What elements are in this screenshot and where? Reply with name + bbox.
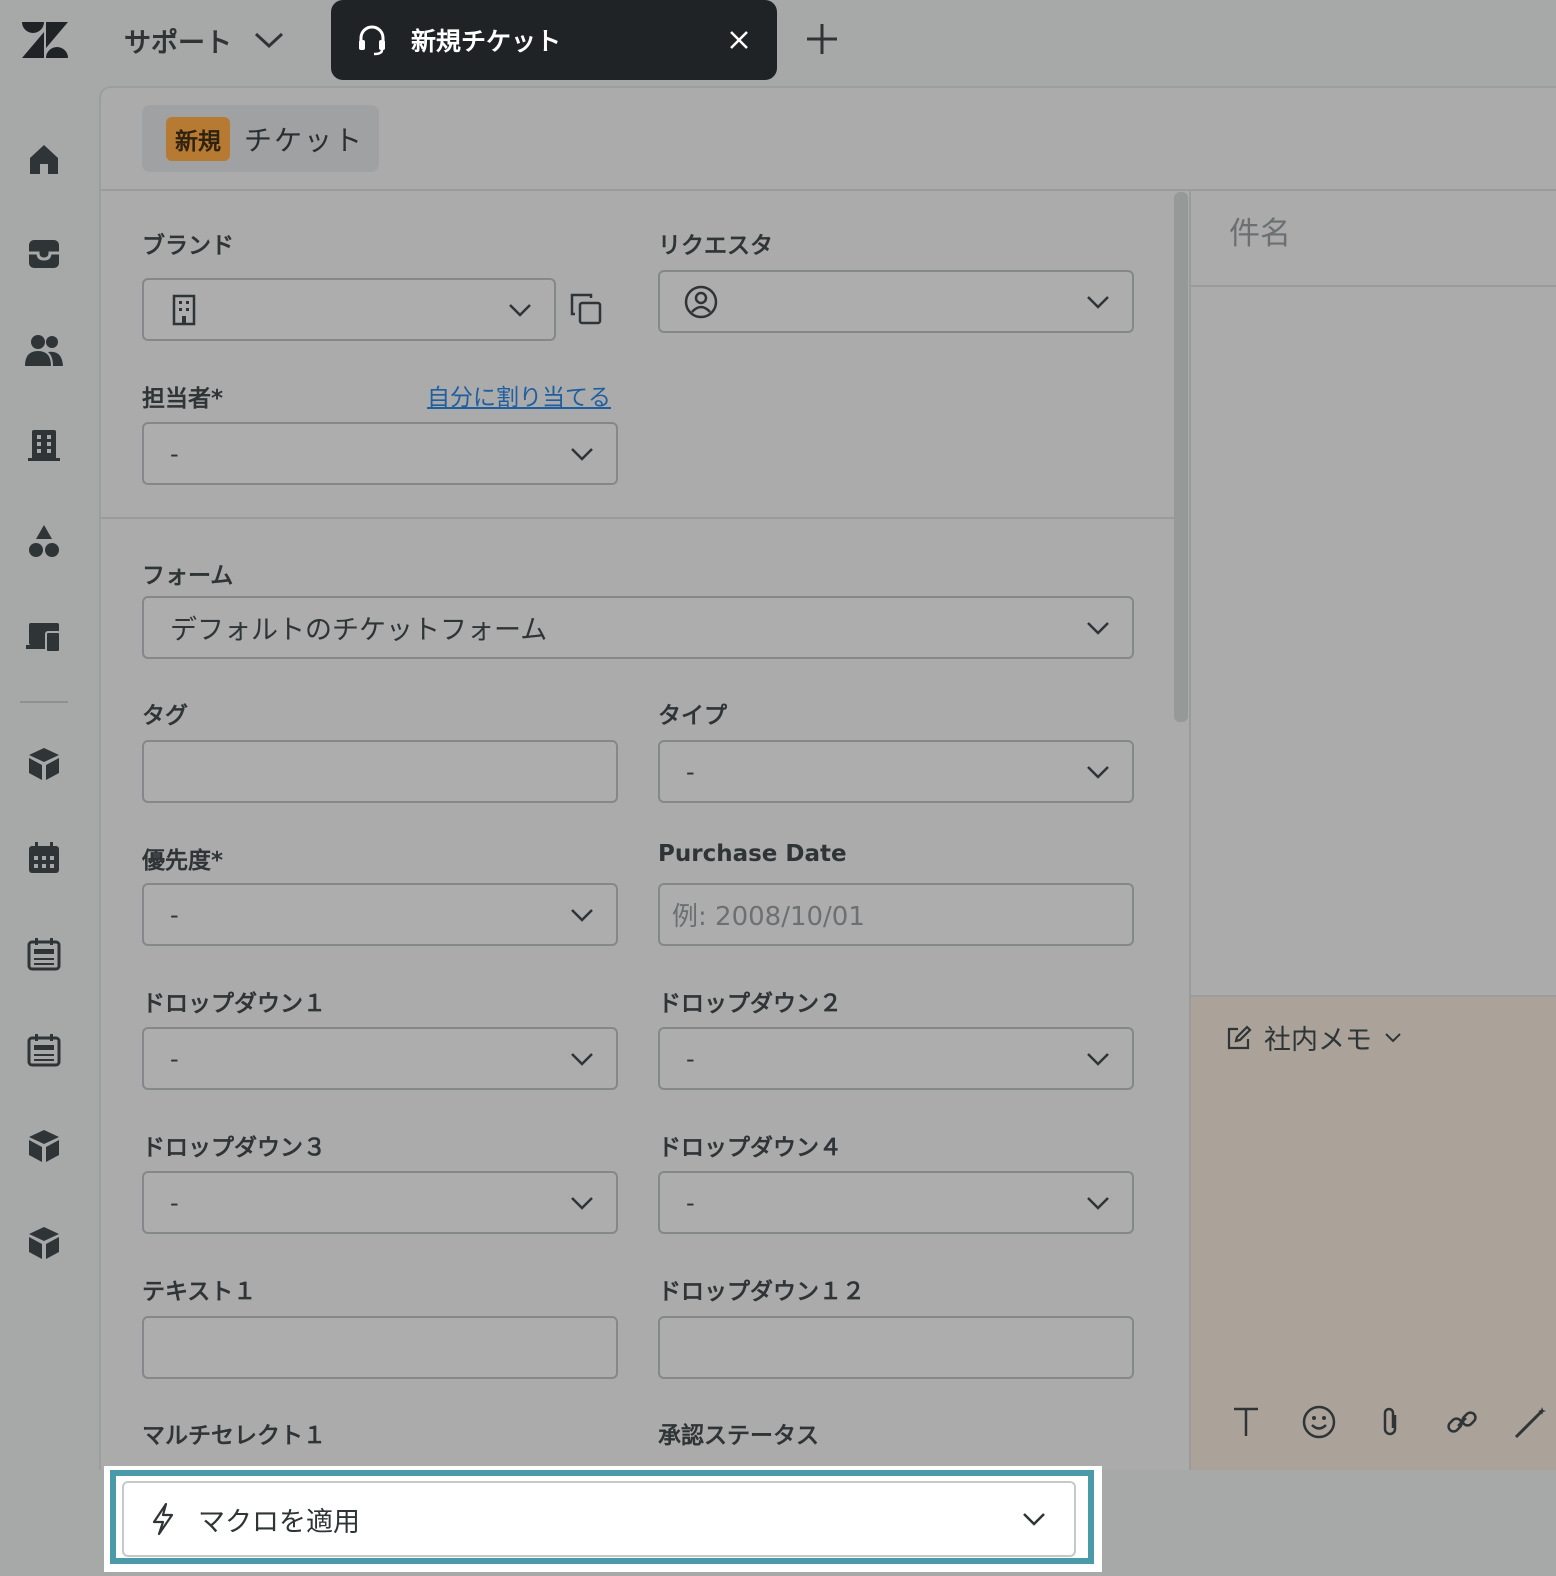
dropdown2-select[interactable]: - (658, 1027, 1134, 1090)
tags-label: タグ (142, 703, 188, 729)
scrollbar[interactable] (1174, 192, 1188, 722)
nav-divider (20, 701, 68, 703)
chevron-down-icon (1087, 1052, 1109, 1066)
dropdown4-select[interactable]: - (658, 1171, 1134, 1234)
calendar-icon[interactable] (22, 836, 66, 880)
pencil-note-icon (1227, 1024, 1252, 1049)
assignee-value: - (170, 439, 179, 468)
priority-label: 優先度* (142, 848, 224, 874)
chevron-down-icon (1087, 295, 1109, 309)
product-name: サポート (124, 27, 232, 59)
dropdown3-label: ドロップダウン３ (142, 1135, 326, 1161)
inbox-icon[interactable] (22, 232, 66, 276)
news-icon[interactable] (22, 932, 66, 976)
status-badge: 新規 (166, 116, 230, 161)
form-select[interactable]: デフォルトのチケットフォーム (142, 596, 1134, 659)
dropdown1-select[interactable]: - (142, 1027, 618, 1090)
text-format-icon[interactable] (1224, 1400, 1268, 1444)
requester-label: リクエスタ (658, 233, 773, 259)
type-label: タイプ (658, 703, 727, 729)
composer-mode-label: 社内メモ (1264, 1025, 1372, 1056)
apply-macro-label: マクロを適用 (198, 1506, 360, 1538)
tab-label: 新規チケット (411, 27, 562, 56)
chevron-down-icon (509, 303, 531, 317)
shapes-icon[interactable] (22, 519, 66, 563)
building-icon[interactable] (22, 423, 66, 467)
chevron-down-icon (571, 1196, 593, 1210)
dropdown4-value: - (686, 1188, 695, 1217)
dropdown3-value: - (170, 1188, 179, 1217)
priority-select[interactable]: - (142, 883, 618, 946)
chevron-down-icon (254, 32, 284, 49)
box-icon[interactable] (22, 1124, 66, 1168)
purchase-date-placeholder: 例: 2008/10/01 (672, 902, 865, 932)
chevron-down-icon (571, 908, 593, 922)
tags-input[interactable] (142, 740, 618, 803)
devices-icon[interactable] (22, 614, 66, 658)
dropdown1-value: - (170, 1044, 179, 1073)
chevron-down-icon (1087, 765, 1109, 779)
dropdown12-label: ドロップダウン１２ (658, 1279, 865, 1305)
dropdown2-label: ドロップダウン２ (658, 991, 842, 1017)
brand-label: ブランド (142, 233, 234, 259)
text1-input[interactable] (142, 1316, 618, 1379)
requester-select[interactable] (658, 270, 1134, 333)
paperclip-icon[interactable] (1368, 1400, 1412, 1444)
add-tab-button[interactable] (805, 22, 839, 56)
chevron-down-icon (1023, 1513, 1045, 1526)
chevron-down-icon (571, 447, 593, 461)
multiselect1-label: マルチセレクト１ (142, 1423, 326, 1449)
assignee-label: 担当者* (142, 386, 224, 412)
chevron-down-icon (1087, 621, 1109, 635)
building-icon (172, 294, 196, 326)
dropdown3-select[interactable]: - (142, 1171, 618, 1234)
home-icon[interactable] (22, 137, 66, 181)
emoji-icon[interactable] (1297, 1400, 1341, 1444)
zendesk-logo[interactable] (22, 22, 68, 58)
box-icon[interactable] (22, 1221, 66, 1265)
copy-icon[interactable] (569, 292, 603, 326)
apply-macro-select[interactable]: マクロを適用 (122, 1481, 1076, 1557)
schedule-icon[interactable] (22, 1028, 66, 1072)
lightning-icon (150, 1502, 176, 1536)
chevron-down-icon (571, 1052, 593, 1066)
assign-to-self-link[interactable]: 自分に割り当てる (427, 378, 611, 412)
priority-value: - (170, 900, 179, 929)
section-divider (101, 517, 1174, 519)
chevron-down-icon (1385, 1032, 1401, 1042)
subject-input[interactable]: 件名 (1229, 208, 1291, 253)
user-circle-icon (684, 285, 718, 319)
brand-select[interactable] (142, 278, 556, 341)
chevron-down-icon (1087, 1196, 1109, 1210)
subject-divider (1191, 285, 1556, 287)
users-icon[interactable] (22, 328, 66, 372)
tab-new-ticket[interactable]: 新規チケット (331, 0, 777, 80)
close-icon[interactable] (729, 30, 749, 50)
text1-label: テキスト１ (142, 1279, 257, 1305)
purchase-date-input[interactable]: 例: 2008/10/01 (658, 883, 1134, 946)
product-switcher[interactable]: サポート (124, 18, 284, 62)
dropdown12-input[interactable] (658, 1316, 1134, 1379)
link-icon[interactable] (1440, 1400, 1484, 1444)
composer-mode-switch[interactable]: 社内メモ (1226, 1018, 1402, 1057)
dropdown1-label: ドロップダウン１ (142, 991, 326, 1017)
approval-status-label: 承認ステータス (658, 1423, 819, 1449)
form-label: フォーム (142, 563, 234, 589)
ticket-title: チケット (244, 123, 365, 157)
type-select[interactable]: - (658, 740, 1134, 803)
plus-icon (807, 24, 837, 54)
purchase-date-label: Purchase Date (658, 841, 847, 867)
box-icon[interactable] (22, 742, 66, 786)
ticket-header: 新規 チケット (142, 105, 379, 172)
assignee-select[interactable]: - (142, 422, 618, 485)
magic-wand-icon[interactable] (1510, 1400, 1554, 1444)
form-value: デフォルトのチケットフォーム (170, 615, 548, 646)
headset-icon (357, 24, 387, 56)
dropdown4-label: ドロップダウン４ (658, 1135, 842, 1161)
dropdown2-value: - (686, 1044, 695, 1073)
type-value: - (686, 757, 695, 786)
